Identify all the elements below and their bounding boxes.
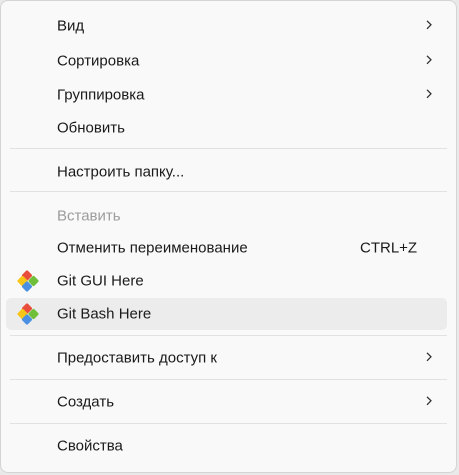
menu-item-undo-rename[interactable]: Отменить переименование CTRL+Z [6, 232, 447, 264]
menu-item-label: Вид [57, 17, 85, 35]
menu-item-sort[interactable]: Сортировка [6, 45, 447, 77]
menu-item-label: Git Bash Here [57, 305, 152, 323]
git-icon [17, 270, 39, 292]
menu-separator [10, 423, 447, 424]
menu-item-label: Git GUI Here [57, 272, 144, 290]
menu-item-new[interactable]: Создать [6, 386, 447, 418]
chevron-right-icon [426, 89, 432, 99]
chevron-right-icon [426, 20, 432, 30]
menu-item-properties[interactable]: Свойства [6, 430, 447, 462]
menu-item-label: Создать [57, 393, 115, 411]
menu-item-git-gui[interactable]: Git GUI Here [6, 265, 447, 297]
context-menu: Вид Сортировка Группировка Обновить Наст… [0, 0, 457, 473]
menu-item-give-access[interactable]: Предоставить доступ к [6, 342, 447, 374]
menu-item-label: Настроить папку... [57, 163, 185, 181]
menu-item-view[interactable]: Вид [6, 10, 447, 42]
git-icon [17, 303, 39, 325]
menu-item-group[interactable]: Группировка [6, 79, 447, 111]
menu-item-label: Сортировка [57, 52, 140, 70]
menu-item-label: Отменить переименование [57, 239, 248, 257]
menu-item-label: Обновить [57, 119, 125, 137]
menu-separator [10, 148, 447, 149]
chevron-right-icon [426, 396, 432, 406]
keyboard-shortcut: CTRL+Z [360, 239, 418, 257]
menu-item-label: Свойства [57, 437, 123, 455]
menu-item-label: Предоставить доступ к [57, 349, 217, 367]
menu-separator [10, 191, 447, 192]
menu-item-git-bash[interactable]: Git Bash Here [6, 298, 447, 330]
menu-item-refresh[interactable]: Обновить [6, 112, 447, 144]
menu-item-label: Группировка [57, 86, 145, 104]
menu-item-label: Вставить [57, 207, 121, 225]
menu-item-customize-folder[interactable]: Настроить папку... [6, 156, 447, 188]
menu-separator [10, 335, 447, 336]
menu-separator [10, 379, 447, 380]
chevron-right-icon [426, 352, 432, 362]
chevron-right-icon [426, 55, 432, 65]
menu-item-paste: Вставить [6, 200, 447, 232]
